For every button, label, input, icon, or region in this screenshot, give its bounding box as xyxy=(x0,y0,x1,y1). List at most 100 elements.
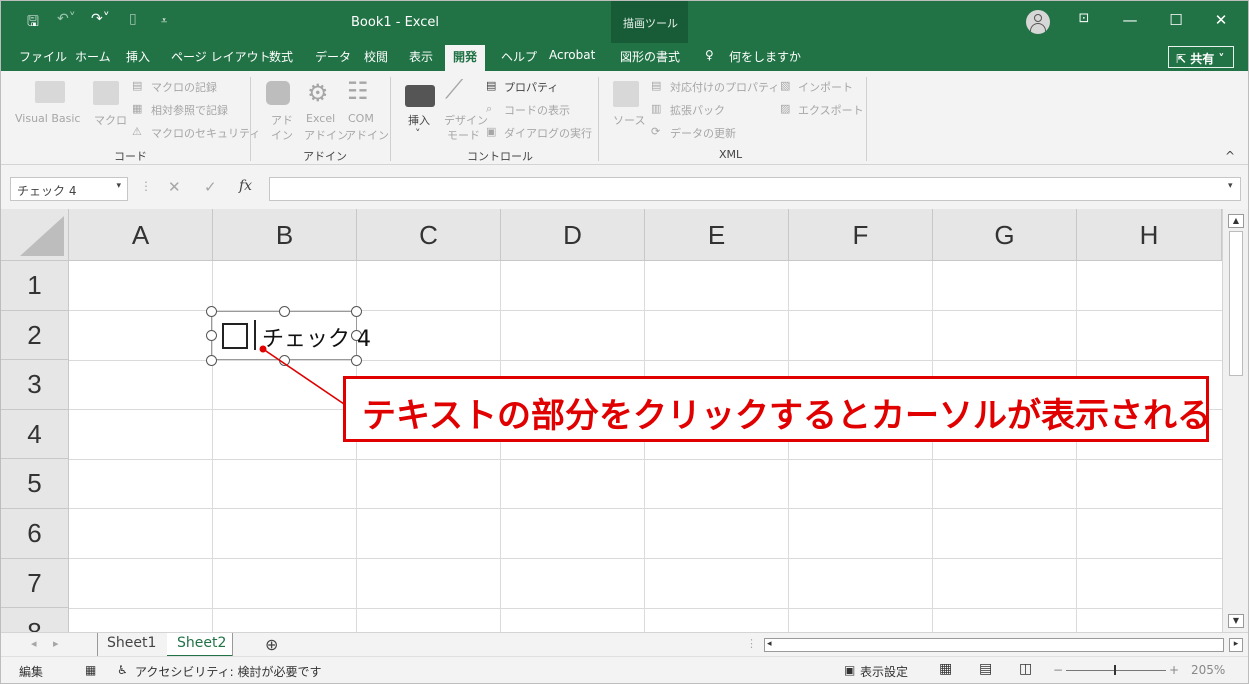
scroll-thumb[interactable] xyxy=(1229,231,1243,376)
ribbon-display-icon[interactable]: ⊡ xyxy=(1069,11,1099,26)
excel-addin-button-line2[interactable]: アドイン xyxy=(304,127,348,143)
row-header-7[interactable]: 7 xyxy=(1,558,69,609)
tab-formulas[interactable]: 数式 xyxy=(269,48,293,65)
horizontal-scrollbar[interactable]: ◂ ▸ xyxy=(764,638,1243,652)
macro-button[interactable]: マクロ xyxy=(94,112,127,128)
tab-view[interactable]: 表示 xyxy=(409,48,433,65)
column-header-e[interactable]: E xyxy=(645,209,789,261)
sheet-tab-sheet2[interactable]: Sheet2 xyxy=(167,633,233,657)
account-avatar-icon[interactable] xyxy=(1026,10,1050,34)
resize-handle[interactable] xyxy=(279,306,290,317)
name-box[interactable]: チェック 4 ▾ xyxy=(10,177,128,201)
add-sheet-icon[interactable]: ⊕ xyxy=(265,635,278,654)
page-layout-view-icon[interactable]: ▤ xyxy=(979,661,992,677)
scroll-up-icon[interactable]: ▲ xyxy=(1228,214,1244,228)
new-document-icon[interactable]: ▯ xyxy=(129,11,137,27)
resize-handle[interactable] xyxy=(206,355,217,366)
record-macro-button[interactable]: マクロの記録 xyxy=(151,79,217,95)
macro-recording-icon[interactable]: ▦ xyxy=(85,663,96,677)
sheet-tab-sheet1[interactable]: Sheet1 xyxy=(97,633,166,657)
column-header-b[interactable]: B xyxy=(213,209,357,261)
zoom-slider-thumb[interactable] xyxy=(1114,665,1116,675)
scroll-right-icon[interactable]: ▸ xyxy=(1229,638,1243,652)
redo-icon[interactable]: ↷˅ xyxy=(91,11,110,27)
chevron-down-icon[interactable]: ▾ xyxy=(116,181,121,191)
properties-button[interactable]: プロパティ xyxy=(504,79,558,95)
row-header-1[interactable]: 1 xyxy=(1,261,69,311)
select-all-corner[interactable] xyxy=(1,209,69,261)
customize-qat-icon[interactable]: ⩡ xyxy=(161,14,167,28)
collapse-ribbon-icon[interactable]: ^ xyxy=(1225,149,1235,163)
row-header-5[interactable]: 5 xyxy=(1,459,69,509)
row-header-6[interactable]: 6 xyxy=(1,509,69,559)
tell-me-search[interactable]: 何をしますか xyxy=(729,48,801,65)
column-header-d[interactable]: D xyxy=(501,209,645,261)
scroll-down-icon[interactable]: ▼ xyxy=(1228,614,1244,628)
xml-source-button[interactable]: ソース xyxy=(613,112,645,128)
refresh-data-button[interactable]: データの更新 xyxy=(670,125,736,141)
row-header-2[interactable]: 2 xyxy=(1,310,69,361)
restore-button[interactable]: ☐ xyxy=(1161,11,1191,29)
tab-data[interactable]: データ xyxy=(315,48,351,65)
addin-button-line1[interactable]: アド xyxy=(271,112,293,128)
design-mode-button-line1[interactable]: デザイン xyxy=(444,112,488,128)
zoom-out-button[interactable]: − xyxy=(1053,663,1063,677)
addin-button-line2[interactable]: イン xyxy=(271,127,293,143)
column-header-g[interactable]: G xyxy=(933,209,1077,261)
expansion-pack-button[interactable]: 拡張パック xyxy=(670,102,725,118)
column-header-a[interactable]: A xyxy=(69,209,213,261)
resize-handle[interactable] xyxy=(279,355,290,366)
tab-file[interactable]: ファイル xyxy=(19,48,67,65)
minimize-button[interactable]: — xyxy=(1115,11,1145,29)
next-sheet-icon[interactable]: ▸ xyxy=(53,637,59,650)
map-properties-button[interactable]: 対応付けのプロパティ xyxy=(670,79,779,95)
view-code-button[interactable]: コードの表示 xyxy=(504,102,570,118)
prev-sheet-icon[interactable]: ◂ xyxy=(31,637,37,650)
enter-icon[interactable]: ✓ xyxy=(204,178,217,196)
save-icon[interactable]: 🖫 xyxy=(27,11,39,35)
tab-page-layout[interactable]: ページ レイアウト xyxy=(171,48,271,65)
resize-handle[interactable] xyxy=(351,355,362,366)
accessibility-status[interactable]: アクセシビリティ: 検討が必要です xyxy=(135,663,322,680)
column-header-c[interactable]: C xyxy=(357,209,501,261)
insert-function-icon[interactable]: fx xyxy=(239,178,252,194)
close-button[interactable]: ✕ xyxy=(1206,11,1236,29)
import-button[interactable]: インポート xyxy=(798,79,853,95)
tab-help[interactable]: ヘルプ xyxy=(501,48,537,65)
display-settings-button[interactable]: 表示設定 xyxy=(860,663,908,680)
zoom-level[interactable]: 205% xyxy=(1191,663,1225,677)
normal-view-icon[interactable]: ▦ xyxy=(939,661,952,677)
formula-input[interactable] xyxy=(269,177,1241,201)
com-addin-button-line2[interactable]: アドイン xyxy=(345,127,389,143)
excel-addin-button-line1[interactable]: Excel xyxy=(306,112,335,125)
resize-handle[interactable] xyxy=(206,330,217,341)
visual-basic-button[interactable]: Visual Basic xyxy=(15,112,80,125)
expand-formula-icon[interactable]: ▾ xyxy=(1228,181,1233,191)
splitter-icon[interactable]: ⋮ xyxy=(746,637,757,650)
tab-shape-format[interactable]: 図形の書式 xyxy=(620,48,680,65)
column-header-h[interactable]: H xyxy=(1077,209,1222,261)
page-break-view-icon[interactable]: ◫ xyxy=(1019,661,1032,677)
column-header-f[interactable]: F xyxy=(789,209,933,261)
macro-security-button[interactable]: マクロのセキュリティ xyxy=(151,125,260,141)
insert-control-button[interactable]: 挿入 xyxy=(408,112,430,128)
scroll-left-icon[interactable]: ◂ xyxy=(767,639,772,649)
com-addin-button-line1[interactable]: COM xyxy=(348,112,374,125)
cancel-icon[interactable]: ✕ xyxy=(168,178,181,196)
export-button[interactable]: エクスポート xyxy=(798,102,864,118)
tab-review[interactable]: 校閲 xyxy=(364,48,388,65)
checkbox-label[interactable]: チェック 4 xyxy=(262,321,371,353)
zoom-in-button[interactable]: + xyxy=(1169,663,1179,677)
relative-ref-button[interactable]: 相対参照で記録 xyxy=(151,102,228,118)
run-dialog-button[interactable]: ダイアログの実行 xyxy=(504,125,592,141)
undo-icon[interactable]: ↶˅ xyxy=(57,11,76,27)
resize-handle[interactable] xyxy=(206,306,217,317)
resize-handle[interactable] xyxy=(351,306,362,317)
row-header-3[interactable]: 3 xyxy=(1,360,69,410)
design-mode-button-line2[interactable]: モード xyxy=(447,127,480,143)
row-header-4[interactable]: 4 xyxy=(1,409,69,460)
share-button[interactable]: ⇱ 共有 ˅ xyxy=(1168,46,1234,68)
row-header-8[interactable]: 8 xyxy=(1,608,69,632)
zoom-slider[interactable] xyxy=(1066,670,1166,671)
vertical-scrollbar[interactable]: ▲ ▼ xyxy=(1222,209,1248,632)
